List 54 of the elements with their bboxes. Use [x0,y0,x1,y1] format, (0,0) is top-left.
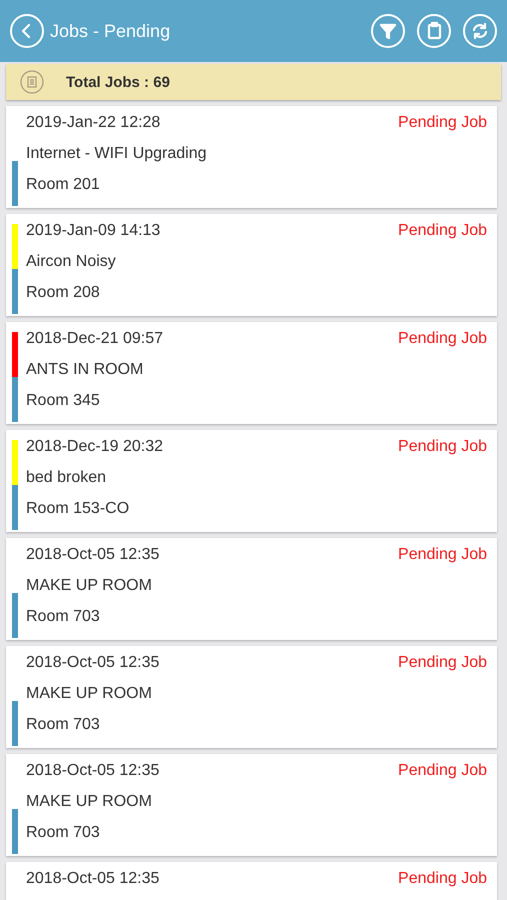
job-card[interactable]: 2018-Oct-05 12:35 Pending Job [6,862,497,900]
job-datetime: 2018-Oct-05 12:35 [26,869,160,888]
job-location: Room 201 [26,175,101,194]
job-status: Pending Job [398,113,487,132]
job-datetime: 2018-Dec-19 20:32 [26,437,163,456]
clipboard-icon [20,70,44,94]
job-datetime: 2018-Oct-05 12:35 [26,653,160,672]
job-location: Room 703 [26,715,101,734]
job-title: Aircon Noisy [26,252,117,271]
job-datetime: 2018-Oct-05 12:35 [26,545,160,564]
job-marker [12,809,18,854]
job-status: Pending Job [398,869,487,888]
job-location: Room 345 [26,391,101,410]
job-title: Internet - WIFI Upgrading [26,144,208,163]
job-card[interactable]: 2018-Oct-05 12:35 Pending Job MAKE UP ROOM Room 703 [6,754,497,856]
job-card[interactable]: 2018-Dec-19 20:32 Pending Job bed broken Room 153-CO [6,430,497,532]
job-marker [12,485,18,530]
job-card[interactable]: 2018-Oct-05 12:35 Pending Job MAKE UP ROOM Room 703 [6,538,497,640]
job-title: MAKE UP ROOM [26,792,153,811]
job-status: Pending Job [398,761,487,780]
job-card[interactable]: 2018-Dec-21 09:57 Pending Job ANTS IN ROOM Room 345 [6,322,497,424]
job-location: Room 703 [26,823,101,842]
header-title: Jobs - Pending [50,20,172,42]
job-datetime: 2018-Dec-21 09:57 [26,329,163,348]
job-card[interactable]: 2019-Jan-22 12:28 Pending Job Internet - WIFI Upgrading Room 201 [6,106,497,208]
job-datetime: 2019-Jan-22 12:28 [26,113,160,132]
filter-button[interactable] [371,14,405,48]
total-jobs-label: Total Jobs : 69 [66,74,170,90]
job-location: Room 153-CO [26,499,130,518]
job-title: MAKE UP ROOM [26,576,153,595]
job-location: Room 703 [26,607,101,626]
job-status: Pending Job [398,545,487,564]
job-title: bed broken [26,468,108,487]
job-datetime: 2019-Jan-09 14:13 [26,221,160,240]
job-marker [12,269,18,314]
job-title: ANTS IN ROOM [26,360,144,379]
job-status: Pending Job [398,437,487,456]
job-card[interactable]: 2018-Oct-05 12:35 Pending Job MAKE UP ROOM Room 703 [6,646,497,748]
clipboard-button[interactable] [417,14,451,48]
back-button[interactable] [10,14,44,48]
job-title: MAKE UP ROOM [26,684,153,703]
refresh-icon [470,21,490,41]
filter-icon [378,21,398,41]
job-location: Room 208 [26,283,101,302]
job-status: Pending Job [398,221,487,240]
job-marker [12,161,18,206]
job-status: Pending Job [398,653,487,672]
job-marker [12,377,18,422]
job-marker [12,593,18,638]
job-datetime: 2018-Oct-05 12:35 [26,761,160,780]
job-card[interactable]: 2019-Jan-09 14:13 Pending Job Aircon Noisy Room 208 [6,214,497,316]
job-status: Pending Job [398,329,487,348]
refresh-button[interactable] [463,14,497,48]
job-marker [12,701,18,746]
